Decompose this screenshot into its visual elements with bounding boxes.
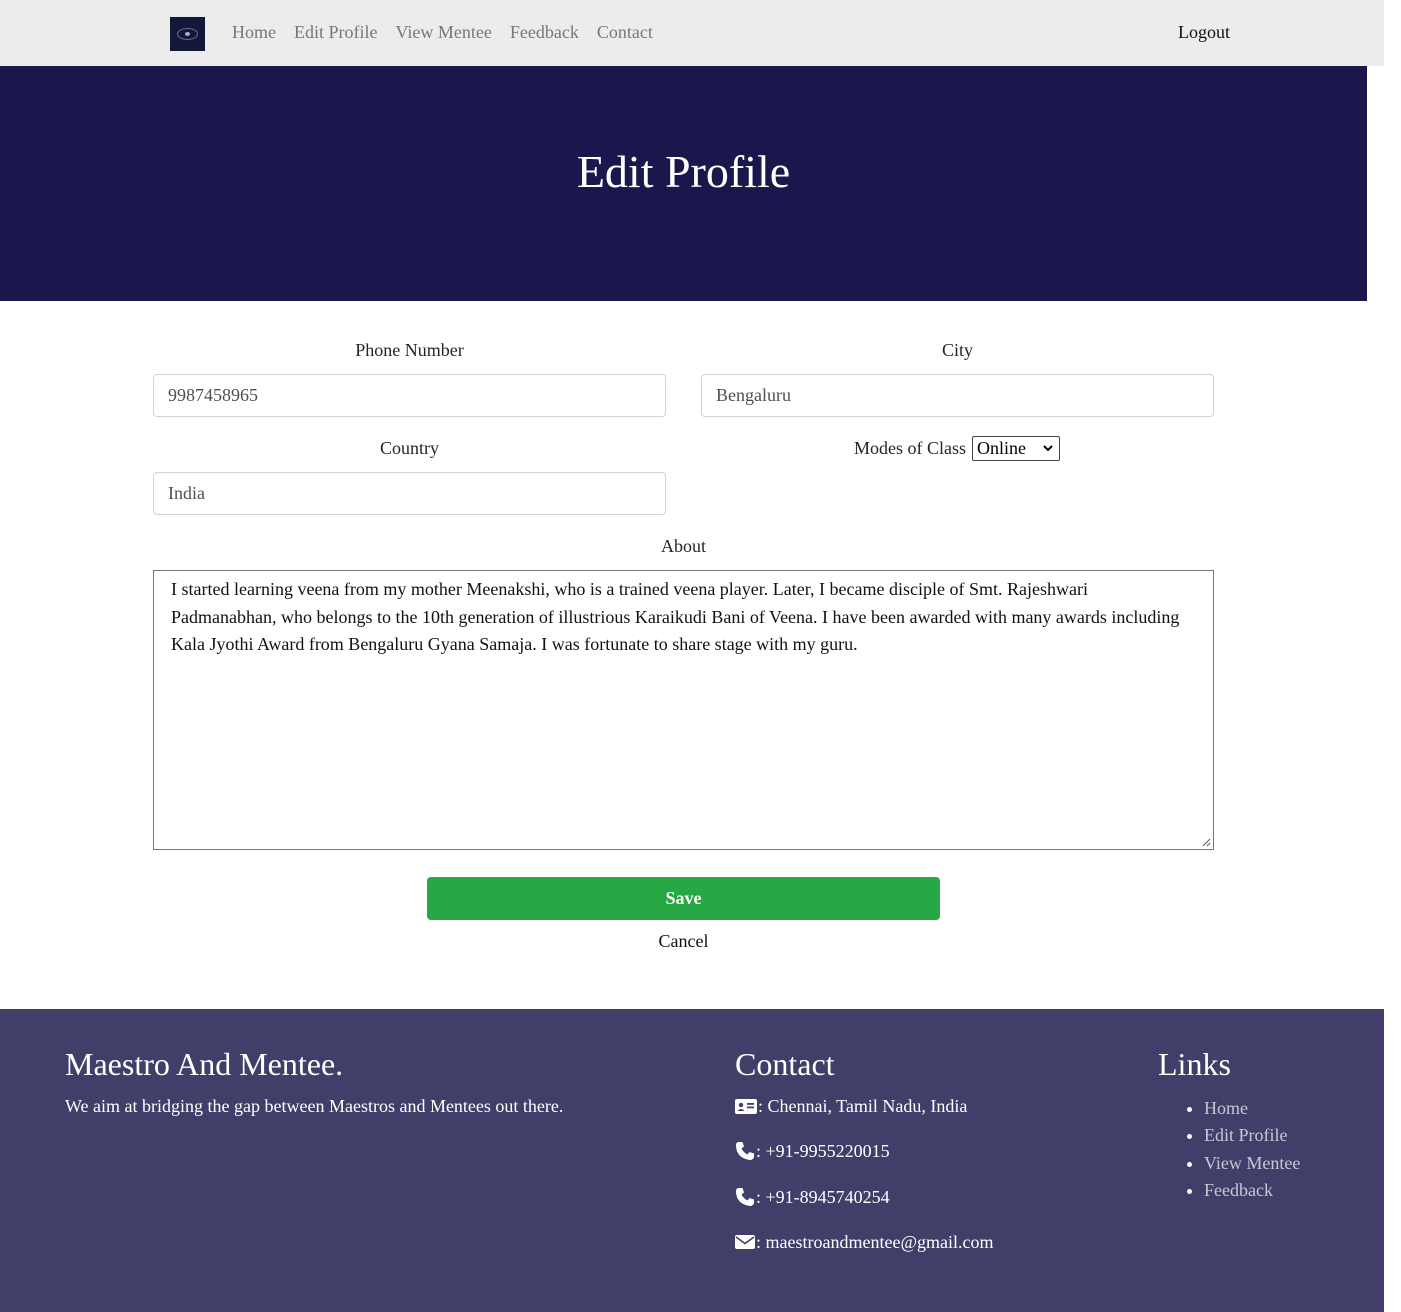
- logo-dot: [185, 32, 190, 36]
- modes-select[interactable]: Online: [972, 436, 1060, 461]
- chevron-down-icon: [1042, 439, 1054, 464]
- nav-link-edit-profile[interactable]: Edit Profile: [285, 21, 387, 43]
- contact-address-text: : Chennai, Tamil Nadu, India: [758, 1096, 968, 1116]
- brand-logo[interactable]: [170, 17, 205, 51]
- about-textarea[interactable]: I started learning veena from my mother …: [153, 570, 1214, 850]
- contact-phone-2-text[interactable]: : +91-8945740254: [756, 1186, 890, 1208]
- hero-banner: Edit Profile: [0, 66, 1367, 301]
- contact-email-text[interactable]: : maestroandmentee@gmail.com: [756, 1231, 994, 1253]
- modes-label: Modes of Class: [854, 438, 966, 458]
- footer-link-feedback[interactable]: Feedback: [1185, 1177, 1300, 1204]
- phone-icon: [736, 1188, 754, 1206]
- about-text: I started learning veena from my mother …: [171, 579, 1180, 654]
- country-label: Country: [379, 438, 439, 458]
- contact-phone-2: : +91-8945740254: [735, 1186, 890, 1208]
- nav-link-view-mentee[interactable]: View Mentee: [387, 21, 501, 43]
- contact-address: : Chennai, Tamil Nadu, India: [735, 1095, 967, 1117]
- phone-label: Phone Number: [355, 340, 464, 360]
- envelope-icon: [735, 1235, 755, 1249]
- footer-link-view-mentee[interactable]: View Mentee: [1185, 1150, 1300, 1177]
- phone-input[interactable]: 9987458965: [153, 374, 666, 417]
- phone-icon: [736, 1142, 754, 1160]
- page-title: Edit Profile: [576, 146, 791, 197]
- footer-brand-text: We aim at bridging the gap between Maest…: [65, 1096, 564, 1116]
- about-label: About: [661, 536, 706, 556]
- nav-link-contact[interactable]: Contact: [588, 21, 662, 43]
- footer-link-home[interactable]: Home: [1185, 1095, 1300, 1122]
- country-input[interactable]: India: [153, 472, 666, 515]
- contact-phone-1: : +91-9955220015: [735, 1140, 890, 1162]
- nav-link-feedback[interactable]: Feedback: [501, 21, 588, 43]
- city-label: City: [941, 340, 973, 360]
- modes-selected-value: Online: [977, 438, 1026, 458]
- save-button[interactable]: Save: [427, 877, 940, 920]
- footer-contact-title: Contact: [735, 1046, 835, 1082]
- navbar: Home Edit Profile View Mentee Feedback C…: [0, 0, 1384, 66]
- cancel-link: Cancel: [0, 930, 1367, 952]
- logout-link[interactable]: Logout: [1178, 21, 1230, 43]
- contact-phone-1-text[interactable]: : +91-9955220015: [756, 1140, 890, 1162]
- nav-links: Home Edit Profile View Mentee Feedback C…: [223, 21, 662, 43]
- contact-email: : maestroandmentee@gmail.com: [735, 1231, 994, 1253]
- address-card-icon: [735, 1099, 757, 1114]
- resize-grip-icon[interactable]: [1202, 838, 1211, 847]
- footer-brand-title: Maestro And Mentee.: [65, 1046, 344, 1082]
- cancel-label[interactable]: Cancel: [659, 931, 709, 951]
- footer-links-title: Links: [1158, 1046, 1231, 1082]
- nav-link-home[interactable]: Home: [223, 21, 285, 43]
- footer-links-list: Home Edit Profile View Mentee Feedback: [1185, 1095, 1300, 1204]
- city-input[interactable]: Bengaluru: [701, 374, 1214, 417]
- footer-link-edit-profile[interactable]: Edit Profile: [1185, 1122, 1300, 1149]
